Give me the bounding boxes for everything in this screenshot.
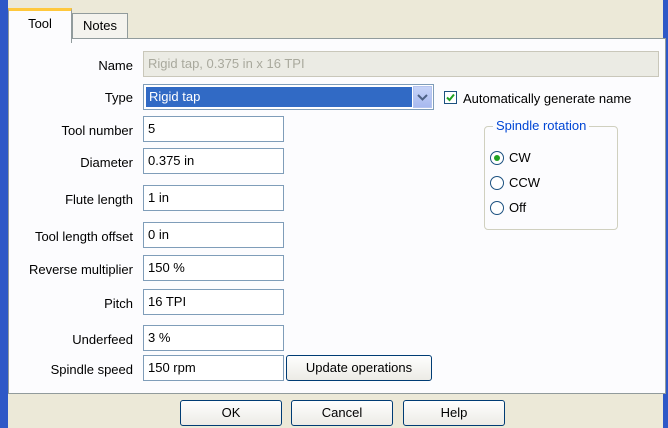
- tool-number-field[interactable]: 5: [143, 116, 284, 142]
- tool-number-label: Tool number: [61, 123, 133, 138]
- radio-cw-label: CW: [509, 150, 531, 165]
- dropdown-button[interactable]: [413, 86, 432, 108]
- flute-length-label: Flute length: [65, 192, 133, 207]
- help-button[interactable]: Help: [403, 400, 505, 426]
- radio-ccw[interactable]: [490, 176, 504, 190]
- radio-selected-dot: [494, 155, 500, 161]
- checkmark-icon: [446, 93, 455, 102]
- type-label: Type: [104, 90, 133, 105]
- diameter-field[interactable]: 0.375 in: [143, 148, 284, 174]
- spindle-speed-label: Spindle speed: [50, 362, 133, 377]
- type-select[interactable]: Rigid tap: [143, 84, 434, 110]
- auto-name-checkbox[interactable]: [444, 91, 457, 104]
- underfeed-label: Underfeed: [72, 332, 133, 347]
- pitch-label: Pitch: [104, 296, 133, 311]
- chevron-down-icon: [417, 94, 428, 101]
- ok-button[interactable]: OK: [180, 400, 282, 426]
- underfeed-field[interactable]: 3 %: [143, 325, 284, 351]
- tool-length-offset-field[interactable]: 0 in: [143, 222, 284, 248]
- tab-notes[interactable]: Notes: [72, 13, 128, 38]
- update-operations-button[interactable]: Update operations: [286, 355, 432, 381]
- window-frame-left: [0, 0, 8, 428]
- radio-ccw-label: CCW: [509, 175, 541, 190]
- pitch-field[interactable]: 16 TPI: [143, 289, 284, 315]
- radio-off-label: Off: [509, 200, 527, 215]
- auto-name-label: Automatically generate name: [463, 91, 632, 106]
- cancel-button[interactable]: Cancel: [291, 400, 393, 426]
- tool-length-offset-label: Tool length offset: [34, 229, 133, 244]
- radio-cw[interactable]: [490, 151, 504, 165]
- spindle-rotation-title: Spindle rotation: [493, 118, 590, 134]
- reverse-multiplier-label: Reverse multiplier: [28, 262, 133, 277]
- flute-length-field[interactable]: 1 in: [143, 185, 284, 211]
- radio-off[interactable]: [490, 201, 504, 215]
- spindle-rotation-group: [484, 126, 618, 230]
- tab-tool[interactable]: Tool: [8, 8, 72, 43]
- spindle-speed-field[interactable]: 150 rpm: [143, 355, 284, 381]
- reverse-multiplier-field[interactable]: 150 %: [143, 255, 284, 281]
- name-field: Rigid tap, 0.375 in x 16 TPI: [143, 51, 659, 77]
- diameter-label: Diameter: [80, 155, 133, 170]
- name-label: Name: [98, 58, 133, 73]
- type-select-value: Rigid tap: [146, 87, 412, 107]
